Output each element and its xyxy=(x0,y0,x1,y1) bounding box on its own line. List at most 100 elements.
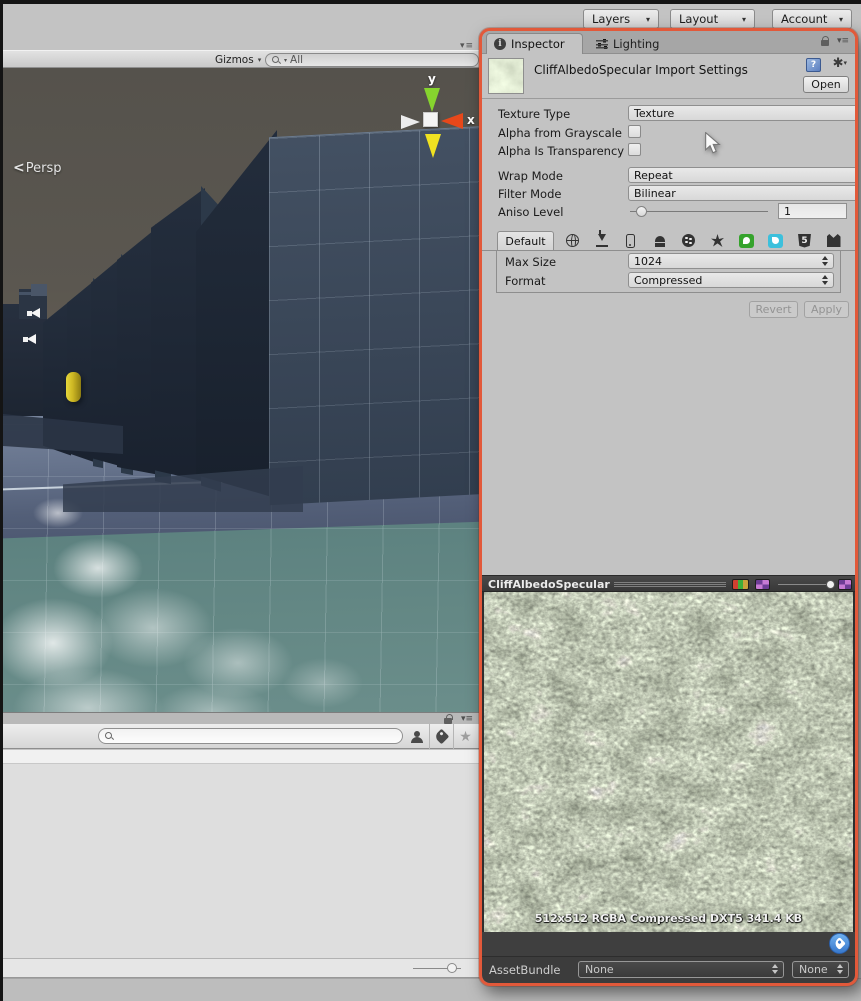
open-button[interactable]: Open xyxy=(803,76,849,93)
format-dropdown[interactable]: Compressed xyxy=(628,272,834,288)
audio-source-gizmo-icon[interactable] xyxy=(23,334,37,344)
platform-tab-webgl[interactable]: 5 xyxy=(790,231,819,250)
max-size-value: 1024 xyxy=(634,255,662,268)
search-by-label-button[interactable] xyxy=(429,724,453,749)
layout-dropdown[interactable]: Layout▾ xyxy=(670,9,755,29)
tab-inspector-label: Inspector xyxy=(511,37,565,51)
rock-texture-image xyxy=(484,592,853,932)
max-size-label: Max Size xyxy=(505,255,556,269)
texture-type-dropdown[interactable]: Texture xyxy=(628,105,858,121)
window-frame-left xyxy=(0,0,3,1001)
platform-tab-blackberry[interactable] xyxy=(674,231,703,250)
axis-neg-y-cone[interactable] xyxy=(425,134,441,158)
chevron-down-icon: ▾ xyxy=(258,56,262,64)
tab-inspector[interactable]: i Inspector xyxy=(486,33,583,54)
asset-labels-button[interactable] xyxy=(829,933,850,954)
scene-big-cube-front xyxy=(196,130,277,522)
alpha-is-transparency-checkbox[interactable] xyxy=(628,143,641,156)
thumbnail-size-knob[interactable] xyxy=(447,963,457,973)
account-label: Account xyxy=(781,12,827,26)
apply-label: Apply xyxy=(811,303,842,316)
account-dropdown[interactable]: Account▾ xyxy=(772,9,852,29)
max-size-dropdown[interactable]: 1024 xyxy=(628,253,834,269)
scene-cube-cluster xyxy=(3,304,47,416)
inspector-header: CliffAlbedoSpecular Import Settings ? ✱ … xyxy=(482,54,855,98)
scene-cube-top xyxy=(31,284,47,296)
axis-x-cone[interactable] xyxy=(441,113,463,129)
updown-arrows-icon xyxy=(822,256,829,267)
aniso-slider-knob[interactable] xyxy=(636,206,647,217)
search-by-type-button[interactable] xyxy=(405,724,429,749)
format-row: Format Compressed xyxy=(497,272,840,290)
assetbundle-variant-dropdown[interactable]: None xyxy=(792,961,849,978)
pane-menu-icon[interactable]: ▾≡ xyxy=(837,36,849,46)
platform-tab-default[interactable]: Default xyxy=(497,231,554,251)
texture-thumbnail[interactable] xyxy=(488,58,524,94)
download-icon xyxy=(596,234,608,247)
wrap-mode-value: Repeat xyxy=(634,169,673,182)
tab-lighting[interactable]: Lighting xyxy=(596,34,659,54)
platform-tab-tizen[interactable] xyxy=(732,231,761,250)
mip-level-knob[interactable] xyxy=(826,580,835,589)
platform-tab-android[interactable] xyxy=(645,231,674,250)
filter-mode-label: Filter Mode xyxy=(498,187,561,201)
axis-y-cone[interactable] xyxy=(424,88,440,112)
android-icon xyxy=(654,235,666,247)
help-icon[interactable]: ? xyxy=(806,58,821,72)
platform-tab-ios[interactable] xyxy=(616,231,645,250)
pane-menu-icon[interactable]: ▾≡ xyxy=(461,714,473,724)
preview-title: CliffAlbedoSpecular xyxy=(488,578,610,591)
audio-source-gizmo-icon[interactable] xyxy=(27,308,41,318)
texture-info-text: 512x512 RGBA Compressed DXT5 341.4 KB xyxy=(482,912,855,925)
texture-preview[interactable]: 512x512 RGBA Compressed DXT5 341.4 KB xyxy=(482,592,855,932)
gear-icon[interactable]: ✱ xyxy=(833,57,847,70)
alpha-from-grayscale-checkbox[interactable] xyxy=(628,125,641,138)
updown-arrows-icon xyxy=(822,275,829,286)
person-icon xyxy=(411,731,423,743)
platform-tab-web[interactable] xyxy=(558,231,587,250)
project-search-input[interactable] xyxy=(98,728,403,744)
mouse-cursor xyxy=(703,132,723,154)
yellow-capsule-object[interactable] xyxy=(66,372,81,402)
mip-level-slider[interactable] xyxy=(778,584,832,585)
texture-type-label: Texture Type xyxy=(498,107,570,121)
apply-button[interactable]: Apply xyxy=(804,301,849,318)
project-list-area[interactable] xyxy=(3,750,481,958)
water-reflection xyxy=(53,538,143,598)
axis-center-cube[interactable] xyxy=(423,112,438,127)
lock-icon[interactable] xyxy=(443,714,453,724)
inspector-tabbar: i Inspector Lighting ▾≡ xyxy=(482,31,855,54)
max-size-row: Max Size 1024 xyxy=(497,253,840,271)
cyan-store-icon xyxy=(768,234,783,248)
aniso-slider[interactable] xyxy=(630,211,768,212)
import-settings-title: CliffAlbedoSpecular Import Settings xyxy=(534,63,748,77)
axis-z-cone[interactable] xyxy=(401,115,420,129)
filter-mode-dropdown[interactable]: Bilinear xyxy=(628,185,858,201)
assetbundle-dropdown[interactable]: None xyxy=(578,961,784,978)
wrap-mode-dropdown[interactable]: Repeat xyxy=(628,167,858,183)
platform-tab-standalone[interactable] xyxy=(587,231,616,250)
project-row[interactable] xyxy=(3,750,481,764)
alpha-is-transparency-label: Alpha Is Transparency xyxy=(498,144,624,158)
alpha-is-transparency-row: Alpha Is Transparency xyxy=(482,142,855,159)
layers-dropdown[interactable]: Layers▾ xyxy=(583,9,659,29)
alpha-checker-icon[interactable] xyxy=(755,579,770,590)
favorites-button[interactable]: ★ xyxy=(453,724,477,749)
perspective-toggle[interactable]: < Persp xyxy=(13,160,61,176)
scene-axis-gizmo[interactable]: y x xyxy=(389,72,481,182)
aniso-value-field[interactable]: 1 xyxy=(778,203,847,219)
mipmap-checker-icon[interactable] xyxy=(838,579,852,590)
drag-handle-icon[interactable] xyxy=(614,582,726,587)
platform-tab-samsung[interactable] xyxy=(761,231,790,250)
scene-search-input[interactable]: ▾ All xyxy=(265,53,479,67)
assetbundle-value: None xyxy=(585,963,614,976)
platform-tab-tv[interactable] xyxy=(819,231,848,250)
platform-tab-windows-phone[interactable] xyxy=(703,231,732,250)
lock-icon[interactable] xyxy=(820,36,830,46)
preview-header[interactable]: CliffAlbedoSpecular xyxy=(482,575,855,592)
gizmos-dropdown[interactable]: Gizmos▾ xyxy=(210,53,266,67)
platform-tab-strip: Default 5 xyxy=(482,231,855,251)
revert-button[interactable]: Revert xyxy=(749,301,798,318)
rgb-channels-icon[interactable] xyxy=(732,579,749,590)
scene-viewport[interactable]: y x < Persp xyxy=(3,68,481,712)
